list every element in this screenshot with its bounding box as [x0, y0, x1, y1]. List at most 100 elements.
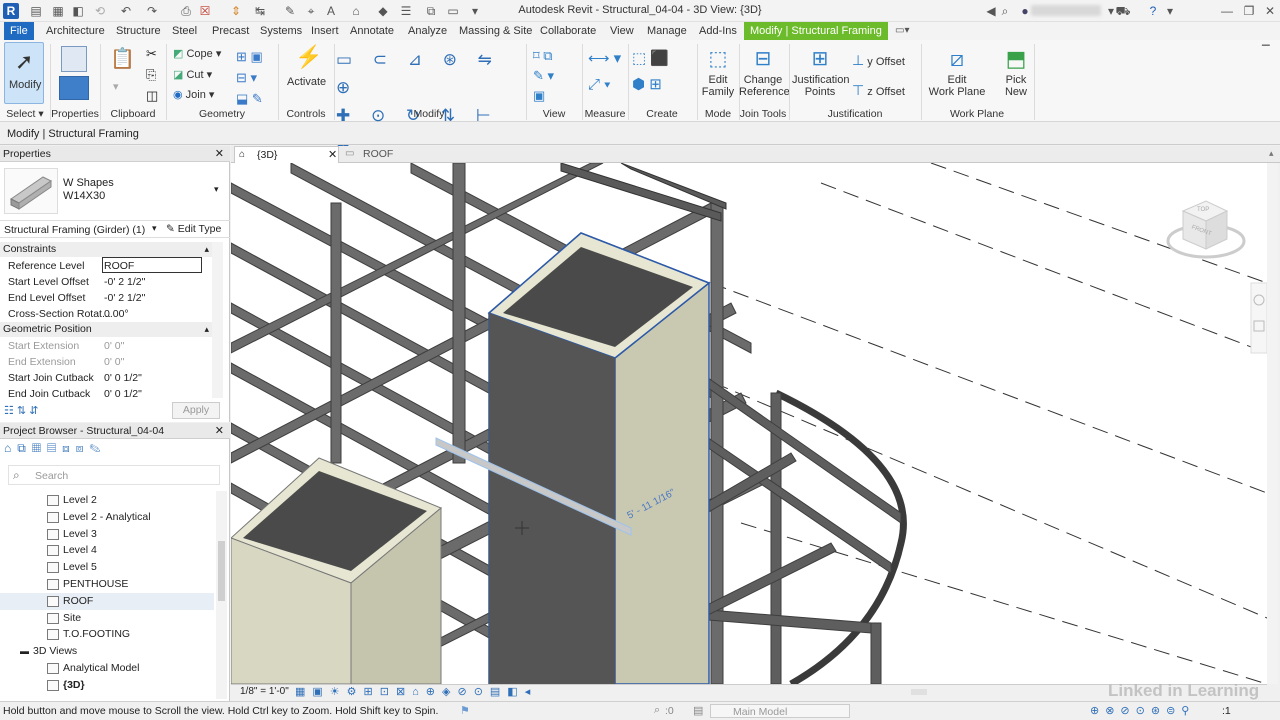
tab-massing-site[interactable]: Massing & Site: [453, 22, 538, 40]
tree-item[interactable]: {3D}: [0, 677, 214, 694]
geometry-tools[interactable]: ⊞ ▣ ⊟ ▾ ⬓ ✎: [236, 46, 272, 106]
instance-selector[interactable]: Structural Framing (Girder) (1): [4, 224, 145, 236]
property-row[interactable]: Cross-Section Rotat... 0.00°: [0, 306, 212, 322]
properties-help-icons[interactable]: ☷ ⇅ ⇵: [4, 404, 38, 417]
browser-search[interactable]: ⌕ Search: [8, 465, 220, 485]
tree-item[interactable]: ▬ 3D Views: [0, 643, 214, 660]
property-row[interactable]: End Level Offset -0' 2 1/2": [0, 290, 212, 306]
help-icon[interactable]: ?: [1145, 3, 1161, 19]
tab-steel[interactable]: Steel: [166, 22, 203, 40]
property-row[interactable]: Start Level Offset -0' 2 1/2": [0, 274, 212, 290]
tab-modify-structural-framing[interactable]: Modify | Structural Framing: [744, 22, 888, 40]
active-model-selector[interactable]: Main Model: [710, 704, 850, 718]
tab-analyze[interactable]: Analyze: [402, 22, 453, 40]
tree-item[interactable]: Level 3: [0, 526, 214, 543]
view-tab-3d[interactable]: ⌂ {3D} ✕: [234, 146, 339, 163]
edit-family-button[interactable]: ⬚ Edit Family: [701, 46, 735, 104]
binoculars-icon[interactable]: ⌕: [997, 3, 1013, 19]
tree-item[interactable]: Analytical Model: [0, 660, 214, 677]
z-offset-button[interactable]: ⊤ z Offset: [852, 82, 905, 99]
tab-annotate[interactable]: Annotate: [344, 22, 400, 40]
cart-icon[interactable]: ⛟: [1115, 3, 1131, 19]
restore-icon[interactable]: ❐: [1241, 3, 1257, 19]
tree-item[interactable]: Level 2 - Analytical: [0, 509, 214, 526]
tab-structure[interactable]: Structure: [110, 22, 167, 40]
tab-view[interactable]: View: [604, 22, 640, 40]
tab-architecture[interactable]: Architecture: [40, 22, 111, 40]
cut-button[interactable]: ◪ Cut ▾: [173, 68, 212, 81]
collapse-icon[interactable]: ▴: [204, 322, 209, 337]
ribbon-collapse-icon[interactable]: ▔: [1262, 46, 1270, 57]
help-dropdown-icon[interactable]: ▾: [1162, 3, 1178, 19]
browser-scrollbar[interactable]: [216, 491, 227, 699]
copy-icon[interactable]: ⎘: [146, 67, 156, 83]
match-type-icon[interactable]: ◫: [146, 88, 158, 104]
tab-overflow-icon[interactable]: ▴: [1269, 148, 1274, 159]
constraints-section[interactable]: Constraints ▴: [0, 242, 212, 257]
minimize-icon[interactable]: —: [1219, 3, 1235, 19]
browser-scroll-thumb[interactable]: [218, 541, 225, 601]
tree-item[interactable]: PENTHOUSE: [0, 576, 214, 593]
tree-item[interactable]: Site: [0, 610, 214, 627]
property-value[interactable]: 0' 0 1/2": [104, 386, 142, 402]
modify-tools[interactable]: ▭ ⊂ ⊿ ⊛ ⇋ ⊕✚ ⊙ ↻ ⇅ ⊢ ✖: [336, 46, 526, 153]
properties-button[interactable]: [59, 46, 89, 101]
edit-work-plane-button[interactable]: ⧄ Edit Work Plane: [927, 46, 987, 104]
geometric-position-section[interactable]: Geometric Position ▴: [0, 322, 212, 337]
property-row[interactable]: End Extension 0' 0": [0, 354, 212, 370]
cut-clipboard-icon[interactable]: ✂: [146, 46, 157, 62]
paste-icon[interactable]: 📋: [110, 46, 138, 74]
properties-scrollbar[interactable]: [212, 242, 223, 398]
instance-dropdown-icon[interactable]: ▾: [152, 223, 157, 234]
instance-filter[interactable]: Structural Framing (Girder) (1) ▾ ✎ Edit…: [0, 220, 230, 238]
viewport-scrollbar[interactable]: [1267, 163, 1278, 684]
view-tab-roof[interactable]: ▭ ROOF: [343, 146, 453, 163]
tab-file[interactable]: File: [4, 22, 34, 40]
navigation-bar[interactable]: [1250, 282, 1267, 354]
close-tab-icon[interactable]: ✕: [328, 148, 337, 161]
justification-points-button[interactable]: ⊞ Justification Points: [792, 46, 849, 104]
3d-viewport[interactable]: 5' - 11 1/16" FRONT TOP: [231, 163, 1267, 684]
selection-filter-icons[interactable]: ⊕⊗⊘⊙⊛⊜⚲: [1090, 704, 1195, 717]
type-family[interactable]: W Shapes: [63, 177, 114, 189]
tab-precast[interactable]: Precast: [206, 22, 255, 40]
pick-new-button[interactable]: ⬒ Pick New: [996, 46, 1036, 104]
create-tools[interactable]: ⬚ ⬛ ⬢ ⊞: [632, 46, 694, 104]
apply-button[interactable]: Apply: [172, 402, 220, 419]
collapse-node-icon[interactable]: ▬: [20, 643, 29, 660]
property-value[interactable]: 0' 0": [104, 354, 124, 370]
property-row[interactable]: End Join Cutback 0' 0 1/2": [0, 386, 212, 402]
property-value[interactable]: 0' 0": [104, 338, 124, 354]
worksharing-icon[interactable]: ⚑: [460, 704, 470, 717]
view-control-icons[interactable]: ▦▣☀⚙⊞⊡⊠⌂⊕◈⊘⊙▤◧◂: [295, 685, 537, 698]
horizontal-scrollbar[interactable]: [911, 689, 927, 695]
property-value[interactable]: 0.00°: [104, 306, 129, 322]
property-row[interactable]: Start Extension 0' 0": [0, 338, 212, 354]
property-row[interactable]: Start Join Cutback 0' 0 1/2": [0, 370, 212, 386]
editable-only-icon[interactable]: ⌕: [654, 704, 660, 717]
activate-button[interactable]: ⚡ Activate: [286, 44, 326, 96]
type-properties-icon[interactable]: [59, 76, 89, 100]
tab-insert[interactable]: Insert: [305, 22, 345, 40]
collapse-icon[interactable]: ▴: [204, 242, 209, 257]
tab-manage[interactable]: Manage: [641, 22, 693, 40]
cope-button[interactable]: ◩ Cope ▾: [173, 47, 221, 60]
view-scale[interactable]: 1/8" = 1'-0": [240, 686, 289, 697]
change-reference-button[interactable]: ⊟ Change Reference: [739, 46, 790, 104]
join-button[interactable]: ◉ Join ▾: [173, 88, 214, 101]
modify-button[interactable]: ➚ Modify: [4, 42, 44, 104]
select-dropdown[interactable]: Select ▾: [2, 108, 48, 121]
type-selector-dropdown-icon[interactable]: ▾: [214, 184, 219, 195]
tab-systems[interactable]: Systems: [254, 22, 308, 40]
property-value[interactable]: 0' 0 1/2": [104, 370, 142, 386]
property-value[interactable]: -0' 2 1/2": [104, 290, 145, 306]
tree-item[interactable]: T.O.FOOTING: [0, 626, 214, 643]
username-blurred[interactable]: [1031, 5, 1101, 16]
tree-item[interactable]: Level 2: [0, 492, 214, 509]
tree-item[interactable]: Level 4: [0, 542, 214, 559]
model-icon[interactable]: ▤: [693, 704, 703, 717]
y-offset-button[interactable]: ⊥ y Offset: [852, 52, 905, 69]
tab-add-ins[interactable]: Add-Ins: [693, 22, 743, 40]
close-browser-icon[interactable]: ✕: [215, 423, 224, 439]
type-name[interactable]: W14X30: [63, 190, 105, 202]
